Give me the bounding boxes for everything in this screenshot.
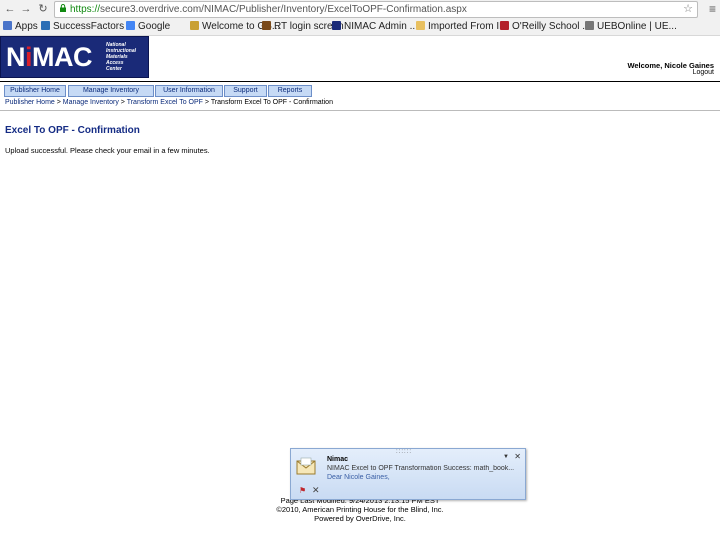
bookmark-label: Apps [15, 21, 38, 32]
bookmark-label: O'Reilly School ... [512, 21, 591, 32]
browser-toolbar: ← → ↻ https://secure3.overdrive.com/NIMA… [0, 0, 720, 19]
bookmark-item[interactable]: O'Reilly School ... [500, 20, 591, 33]
bookmark-item[interactable]: UEBOnline | UE... [585, 20, 677, 33]
breadcrumb-item[interactable]: Manage Inventory [63, 99, 119, 106]
successfactors-icon [41, 21, 50, 30]
bookmark-label: SuccessFactors ... [53, 21, 136, 32]
breadcrumb-current: Transform Excel To OPF - Confirmation [210, 99, 333, 106]
url-path: secure3.overdrive.com/NIMAC/Publisher/In… [100, 4, 467, 15]
breadcrumb-item[interactable]: Transform Excel To OPF [127, 99, 203, 106]
close-icon[interactable]: ✕ [514, 452, 521, 461]
oreilly-icon [500, 21, 509, 30]
bookmark-item[interactable]: Google [126, 20, 170, 33]
address-bar[interactable]: https://secure3.overdrive.com/NIMAC/Publ… [54, 1, 698, 18]
options-dropdown-icon[interactable]: ▼ [503, 454, 509, 460]
breadcrumb-separator: > [54, 99, 63, 106]
logo-tagline-line: Center [106, 66, 122, 72]
page-icon [190, 21, 199, 30]
tab-publisher-home[interactable]: Publisher Home [4, 85, 66, 97]
envelope-icon [296, 457, 316, 475]
page-footer: Page Last Modified: 9/24/2013 2:13:15 PM… [0, 496, 720, 523]
logo-wordmark: NiMAC [6, 42, 93, 72]
flag-icon[interactable]: ⚑ [299, 486, 306, 495]
footer-copyright: ©2010, American Printing House for the B… [276, 505, 444, 514]
tab-user-information[interactable]: User Information [155, 85, 223, 97]
status-message: Upload successful. Please check your ema… [5, 146, 210, 155]
tab-reports[interactable]: Reports [268, 85, 312, 97]
bookmark-item[interactable]: SuccessFactors ... [41, 20, 135, 33]
url-text: https://secure3.overdrive.com/NIMAC/Publ… [70, 3, 467, 16]
bookmark-item[interactable]: Imported From IE [416, 20, 506, 33]
rt-icon [262, 21, 271, 30]
tab-manage-inventory[interactable]: Manage Inventory [68, 85, 154, 97]
header-divider [0, 81, 720, 82]
forward-arrow-icon[interactable]: → [19, 2, 33, 16]
reload-icon[interactable]: ↻ [36, 2, 50, 16]
bookmark-item[interactable]: Apps [3, 20, 38, 33]
bookmark-item[interactable]: NIMAC Admin ... [332, 20, 418, 33]
breadcrumb-divider [0, 110, 720, 111]
delete-icon[interactable]: ✕ [312, 485, 320, 496]
nimac-icon [332, 21, 341, 30]
notification-subject[interactable]: NIMAC Excel to OPF Transformation Succes… [327, 465, 517, 472]
bookmark-label: NIMAC Admin ... [344, 21, 418, 32]
bookmark-label: Google [138, 21, 171, 32]
drag-grip-icon[interactable]: :::::: [396, 449, 412, 455]
apps-grid-icon [3, 21, 12, 30]
page-icon [585, 21, 594, 30]
notification-title: Nimac [327, 456, 349, 463]
tab-support[interactable]: Support [224, 85, 267, 97]
bookmark-star-icon[interactable]: ☆ [683, 2, 693, 15]
url-scheme: https:// [70, 4, 101, 15]
logout-link[interactable]: Logout [693, 69, 714, 76]
email-notification-toast[interactable]: :::::: Nimac NIMAC Excel to OPF Transfor… [290, 448, 526, 500]
browser-menu-icon[interactable]: ≡ [709, 2, 716, 16]
bookmarks-bar: Apps SuccessFactors ... Google Welcome to G… [0, 18, 720, 36]
breadcrumb: Publisher Home > Manage Inventory > Tran… [5, 99, 333, 106]
page-title: Excel To OPF - Confirmation [5, 125, 140, 136]
footer-powered-by: Powered by OverDrive, Inc. [314, 514, 406, 523]
logo-tagline: National Instructional Materials Access Cent… [106, 42, 146, 72]
bookmark-label: UEBOnline | UE... [597, 21, 677, 32]
google-icon [126, 21, 135, 30]
breadcrumb-item[interactable]: Publisher Home [5, 99, 55, 106]
breadcrumb-separator: > [118, 99, 127, 106]
folder-icon [416, 21, 425, 30]
notification-preview: Dear Nicole Gaines, [327, 474, 390, 481]
breadcrumb-separator: > [202, 99, 211, 106]
back-arrow-icon[interactable]: ← [3, 2, 17, 16]
nimac-logo[interactable]: NiMAC National Instructional Materials Acce… [0, 36, 149, 78]
lock-icon [60, 4, 66, 12]
bookmark-label: Imported From IE [428, 21, 506, 32]
